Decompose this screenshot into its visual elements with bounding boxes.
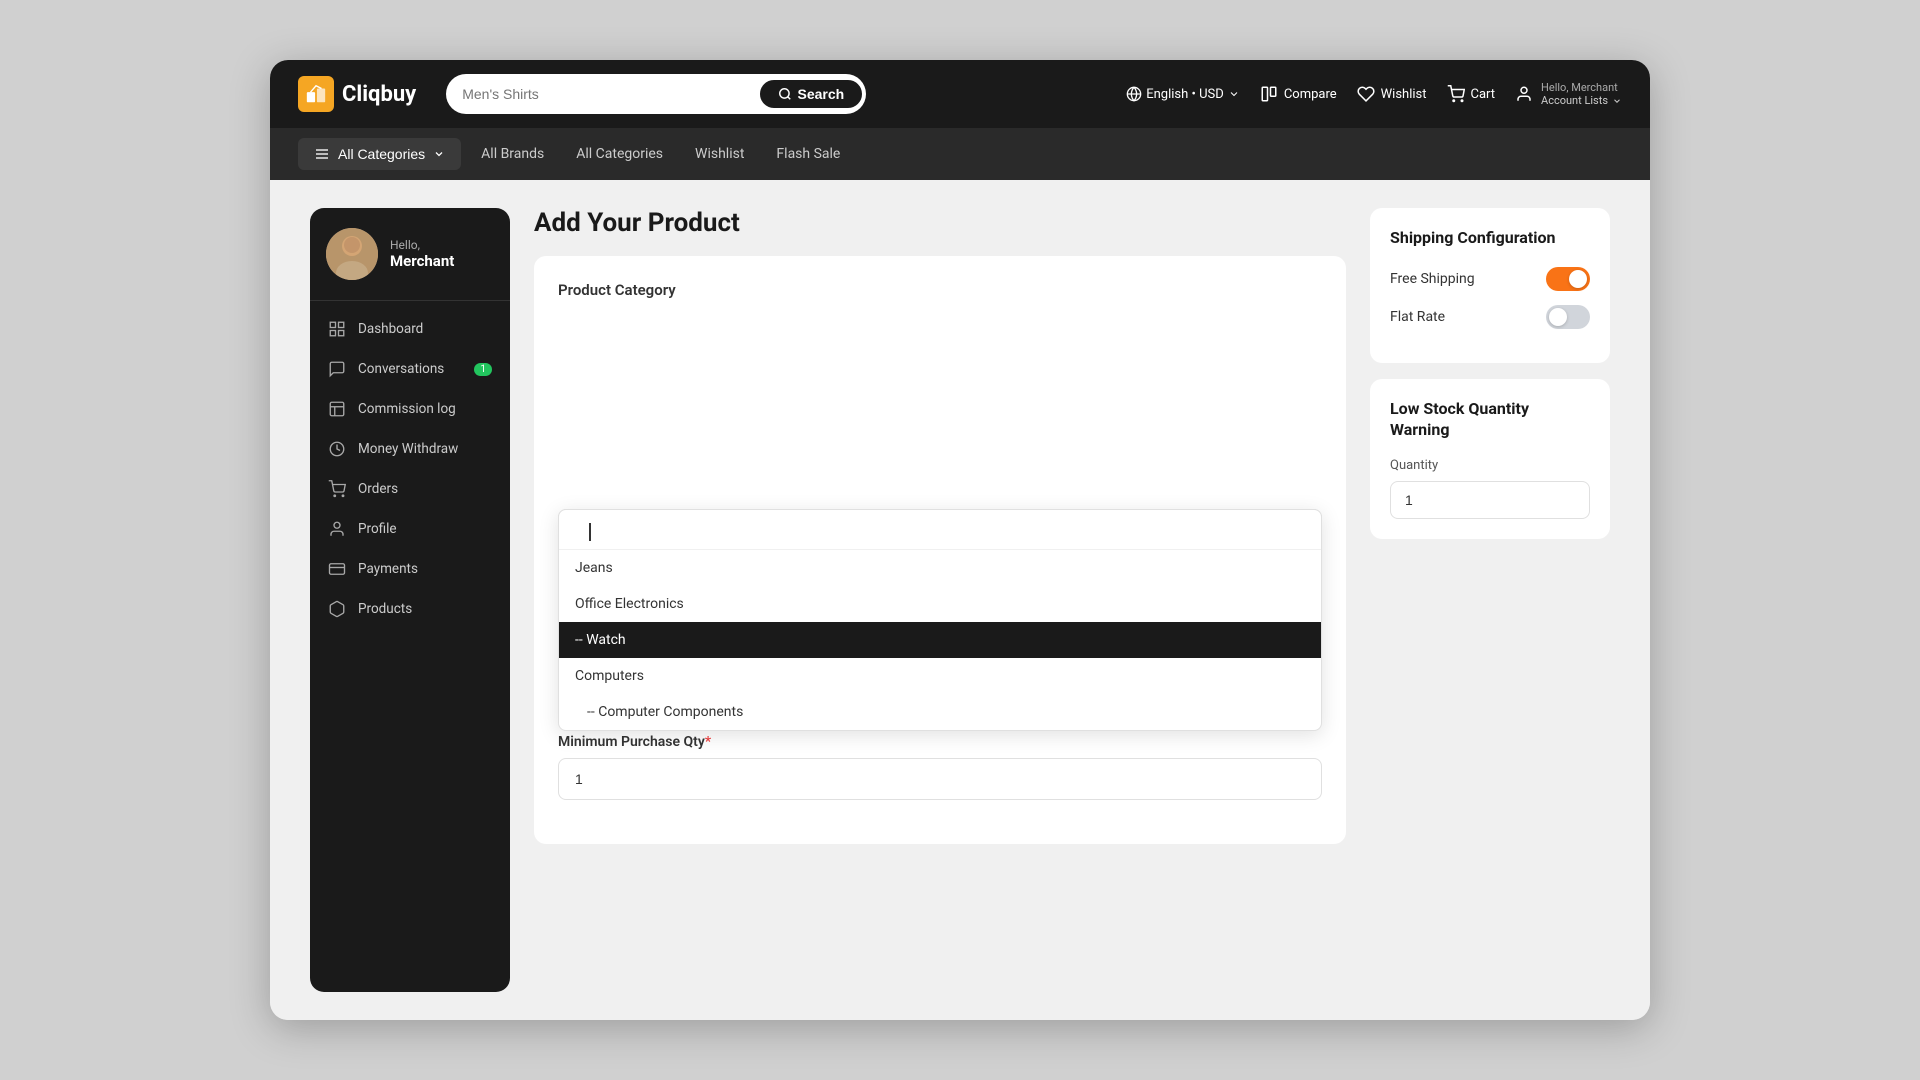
sidebar-item-profile[interactable]: Profile (310, 509, 510, 549)
profile-label: Profile (358, 521, 397, 537)
cart-label: Cart (1471, 87, 1496, 102)
all-categories-label: All Categories (338, 146, 425, 162)
sidebar-item-commission[interactable]: Commission log (310, 389, 510, 429)
sidebar-user-text: Hello, Merchant (390, 238, 454, 270)
payments-label: Payments (358, 561, 418, 577)
dropdown-option-computers[interactable]: Computers (559, 658, 1321, 694)
search-label: Search (798, 86, 845, 102)
account-label: Account Lists (1541, 94, 1608, 107)
page-title: Add Your Product (534, 208, 1346, 238)
main-navbar: All Categories All Brands All Categories… (270, 128, 1650, 180)
sidebar-avatar (326, 228, 378, 280)
sidebar: Hello, Merchant Dashboard (310, 208, 510, 992)
sidebar-navigation: Dashboard Conversations 1 (310, 301, 510, 637)
language-text: English • USD (1146, 87, 1224, 102)
cursor (589, 523, 591, 541)
nav-all-categories[interactable]: All Categories (576, 146, 663, 162)
products-label: Products (358, 601, 412, 617)
user-greeting: Hello, Merchant (1541, 81, 1622, 94)
sidebar-item-money-withdraw[interactable]: Money Withdraw (310, 429, 510, 469)
sidebar-item-dashboard[interactable]: Dashboard (310, 309, 510, 349)
wishlist-button[interactable]: Wishlist (1357, 85, 1427, 103)
language-selector[interactable]: English • USD (1126, 86, 1240, 102)
sidebar-item-payments[interactable]: Payments (310, 549, 510, 589)
product-form-card: Product Category Jeans (534, 256, 1346, 844)
sidebar-item-orders[interactable]: Orders (310, 469, 510, 509)
flat-rate-label: Flat Rate (1390, 309, 1445, 325)
money-withdraw-label: Money Withdraw (358, 441, 458, 457)
sidebar-user-info: Hello, Merchant (310, 208, 510, 301)
right-panel: Shipping Configuration Free Shipping Fla… (1370, 208, 1610, 992)
dashboard-label: Dashboard (358, 321, 423, 337)
dropdown-list[interactable]: Jeans Office Electronics -- Watch Comput… (559, 550, 1321, 730)
wishlist-label: Wishlist (1381, 87, 1427, 102)
logo[interactable]: Cliqbuy (298, 76, 416, 112)
logo-text: Cliqbuy (342, 82, 416, 107)
user-info: Hello, Merchant Account Lists (1541, 81, 1622, 107)
qty-input[interactable] (1390, 481, 1590, 519)
free-shipping-knob (1569, 270, 1587, 288)
nav-all-brands[interactable]: All Brands (481, 146, 544, 162)
category-label: Product Category (558, 281, 676, 299)
nav-flash-sale[interactable]: Flash Sale (776, 146, 840, 162)
sidebar-name: Merchant (390, 252, 454, 270)
qty-label: Quantity (1390, 458, 1590, 473)
commission-label: Commission log (358, 401, 456, 417)
sidebar-item-products[interactable]: Products (310, 589, 510, 629)
dropdown-option-watch[interactable]: -- Watch (559, 622, 1321, 658)
shipping-config-card: Shipping Configuration Free Shipping Fla… (1370, 208, 1610, 363)
nav-links: All Brands All Categories Wishlist Flash… (481, 146, 840, 162)
conversations-label: Conversations (358, 361, 444, 377)
search-bar: Search (446, 74, 866, 114)
min-qty-input[interactable] (558, 758, 1322, 800)
flat-rate-row: Flat Rate (1390, 305, 1590, 329)
dropdown-search-input[interactable] (573, 522, 1307, 538)
conversations-badge: 1 (474, 363, 492, 376)
product-form-area: Add Your Product Product Category (534, 208, 1346, 992)
sidebar-hello: Hello, (390, 238, 454, 252)
browser-window: Cliqbuy Search English (270, 60, 1650, 1020)
logo-icon (298, 76, 334, 112)
flat-rate-knob (1549, 308, 1567, 326)
main-content: Hello, Merchant Dashboard (270, 180, 1650, 1020)
free-shipping-label: Free Shipping (1390, 271, 1475, 287)
min-qty-field: Minimum Purchase Qty* (558, 734, 1322, 800)
compare-label: Compare (1284, 87, 1337, 102)
site-header: Cliqbuy Search English (270, 60, 1650, 128)
category-field: Product Category Jeans (558, 280, 1322, 800)
search-input[interactable] (446, 86, 755, 102)
orders-label: Orders (358, 481, 398, 497)
flat-rate-toggle[interactable] (1546, 305, 1590, 329)
compare-button[interactable]: Compare (1260, 85, 1337, 103)
min-qty-label: Minimum Purchase Qty* (558, 734, 1322, 750)
free-shipping-toggle[interactable] (1546, 267, 1590, 291)
shipping-title: Shipping Configuration (1390, 228, 1590, 249)
nav-wishlist[interactable]: Wishlist (695, 146, 744, 162)
low-stock-title: Low Stock Quantity Warning (1390, 399, 1590, 441)
dropdown-option-jeans[interactable]: Jeans (559, 550, 1321, 586)
low-stock-card: Low Stock Quantity Warning Quantity (1370, 379, 1610, 540)
all-categories-button[interactable]: All Categories (298, 138, 461, 170)
sidebar-item-conversations[interactable]: Conversations 1 (310, 349, 510, 389)
search-button[interactable]: Search (758, 78, 865, 110)
dropdown-option-computer-components[interactable]: -- Computer Components (559, 694, 1321, 730)
category-dropdown-wrapper: Jeans Office Electronics -- Watch Comput… (558, 509, 1322, 551)
header-actions: English • USD Compare (1126, 81, 1622, 107)
page-wrapper: Cliqbuy Search English (0, 0, 1920, 1080)
free-shipping-row: Free Shipping (1390, 267, 1590, 291)
cart-button[interactable]: Cart (1447, 85, 1496, 103)
dropdown-option-office-electronics[interactable]: Office Electronics (559, 586, 1321, 622)
user-section[interactable]: Hello, Merchant Account Lists (1515, 81, 1622, 107)
dropdown-search-area (559, 510, 1321, 550)
category-dropdown-open: Jeans Office Electronics -- Watch Comput… (558, 509, 1322, 731)
